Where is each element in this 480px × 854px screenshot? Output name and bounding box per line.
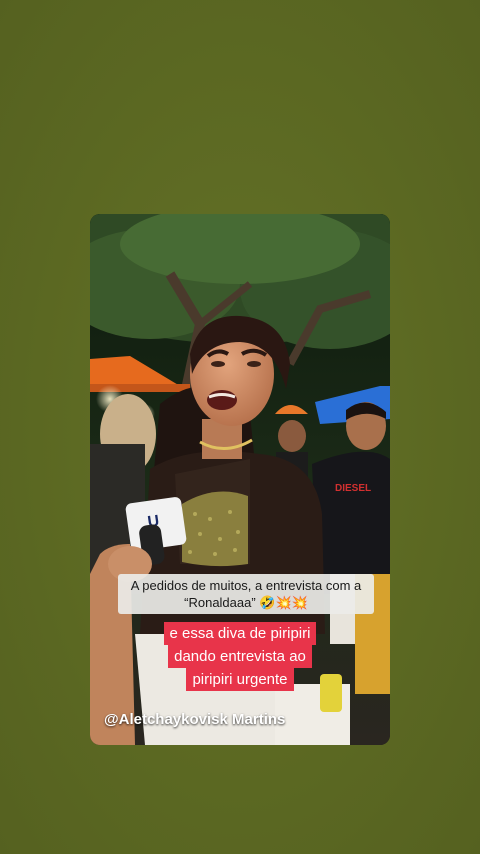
caption-request-line-1: A pedidos de muitos, a entrevista com a [130, 578, 362, 593]
caption-highlight-line-3: piripiri urgente [186, 668, 294, 691]
story-media-card[interactable]: DIESEL U A pedidos de muitos, a entrevis… [90, 214, 390, 745]
background-man-shirt [312, 451, 390, 594]
creator-handle[interactable]: @Aletchaykovisk Martins [104, 711, 285, 728]
caption-highlight-line-1: e essa diva de piripiri [163, 622, 317, 645]
caption-highlight-line-2: dando entrevista ao [168, 645, 312, 668]
shirt-brand-text: DIESEL [335, 483, 371, 494]
caption-request-line-2: “Ronaldaaa” 🤣💥💥 [184, 595, 308, 610]
caption-request: A pedidos de muitos, a entrevista com a … [118, 574, 374, 614]
caption-highlight: e essa diva de piripiri dando entrevista… [90, 622, 390, 691]
